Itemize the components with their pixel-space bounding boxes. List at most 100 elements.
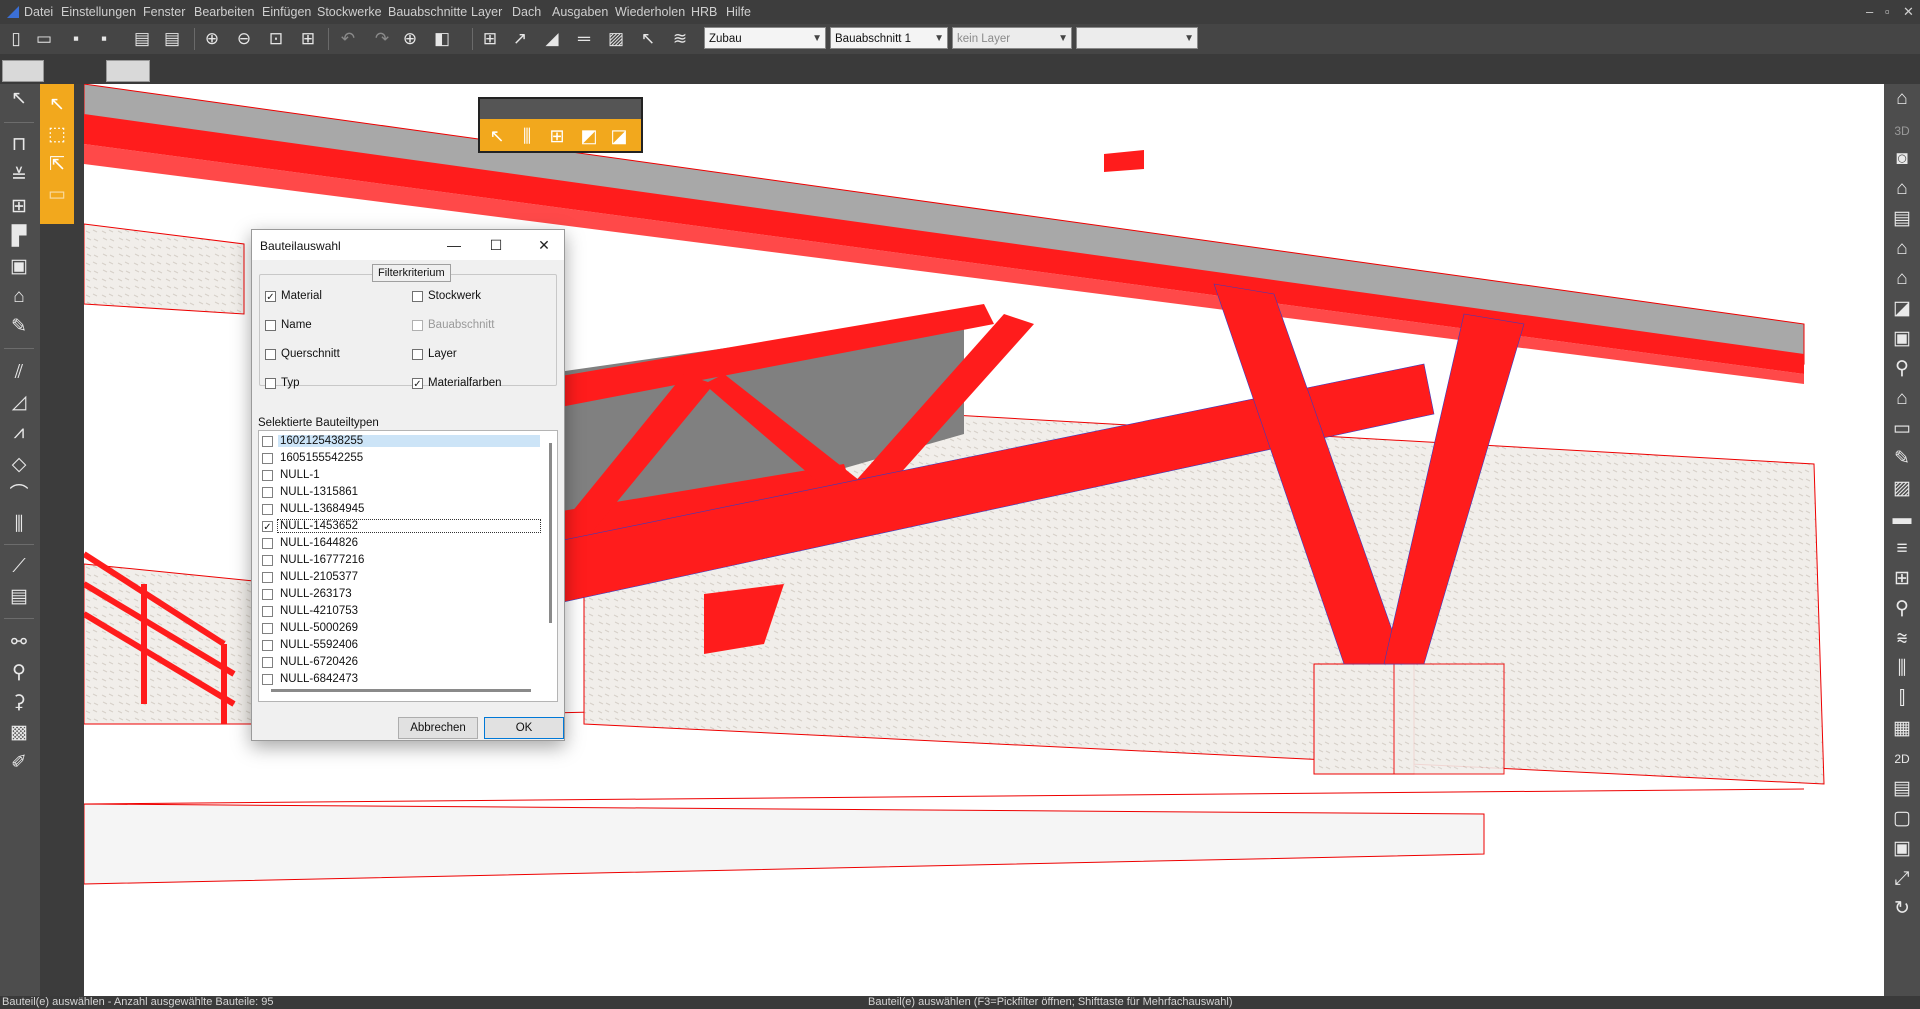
house-side-icon[interactable]: ⌂	[1887, 266, 1917, 292]
checkbox-box[interactable]: ✓	[265, 290, 276, 303]
select-angle-icon[interactable]: ◩	[576, 122, 602, 150]
checkbox-box[interactable]	[262, 605, 273, 617]
list-scrollbar[interactable]	[546, 433, 556, 685]
checkbox-box[interactable]	[412, 348, 423, 360]
lines-icon[interactable]: ≡	[1887, 536, 1917, 562]
slab-icon[interactable]: ≚	[4, 164, 34, 190]
line-tool-icon[interactable]: ↗	[508, 27, 532, 51]
zoom-window-icon[interactable]: ⊡	[264, 27, 288, 51]
checkbox-box[interactable]	[262, 656, 273, 668]
walk-icon[interactable]: ⚲	[1887, 356, 1917, 382]
checkbox-box[interactable]: ✓	[262, 520, 273, 533]
menu-item[interactable]: Hilfe	[726, 5, 751, 19]
filter-checkbox[interactable]: ✓ Materialfarben	[412, 377, 502, 390]
ok-button[interactable]: OK	[484, 717, 564, 739]
stair-icon[interactable]: ⫿	[1887, 686, 1917, 712]
list-item[interactable]: NULL-1644826	[262, 535, 542, 551]
select-diagonal-icon[interactable]: ◪	[606, 122, 632, 150]
list-item[interactable]: NULL-6720426	[262, 654, 542, 670]
wall-icon[interactable]: ⊓	[4, 132, 34, 158]
stair-view-icon[interactable]: ▤	[1887, 206, 1917, 232]
list-scroll-thumb[interactable]	[549, 443, 552, 623]
print-icon[interactable]: ▤	[130, 27, 154, 51]
component-type-list[interactable]: 1602125438255 1605155542255 NULL-1 NULL-131…	[258, 430, 558, 702]
menu-item[interactable]: Fenster	[143, 5, 185, 19]
expand-icon[interactable]: ⤢	[1887, 866, 1917, 892]
menu-item[interactable]: Einfügen	[262, 5, 311, 19]
measure-person-icon[interactable]: ⚳	[4, 690, 34, 716]
print-icon[interactable]: ▤	[4, 584, 34, 610]
minimize-icon[interactable]: –	[1866, 4, 1873, 19]
layer-stack-icon[interactable]: ≋	[668, 27, 692, 51]
dialog-titlebar[interactable]: Bauteilauswahl — ☐ ✕	[252, 230, 564, 260]
menu-item[interactable]: Stockwerke	[317, 5, 382, 19]
list-item[interactable]: NULL-2105377	[262, 569, 542, 585]
list-item[interactable]: NULL-1	[262, 467, 542, 483]
filter-checkbox[interactable]: Layer	[412, 348, 457, 360]
maximize-icon[interactable]: ☐	[484, 235, 508, 255]
checkbox-box[interactable]	[262, 537, 273, 549]
menu-item[interactable]: Dach	[512, 5, 541, 19]
view-3d-button[interactable]: 3D	[1887, 118, 1917, 144]
checkbox-box[interactable]	[262, 639, 273, 651]
list-item[interactable]: NULL-6842473	[262, 671, 542, 687]
person-icon[interactable]: ⚲	[4, 660, 34, 686]
menu-item[interactable]: Datei	[24, 5, 53, 19]
filter-checkbox[interactable]: Name	[265, 319, 312, 331]
house-outline-icon[interactable]: ⌂	[1887, 236, 1917, 262]
column-icon[interactable]: ▛	[4, 224, 34, 250]
room-icon[interactable]: ▣	[4, 254, 34, 280]
zoom-out-icon[interactable]: ⊖	[232, 27, 256, 51]
pencil-icon[interactable]: ✎	[1887, 446, 1917, 472]
menu-item[interactable]: Einstellungen	[61, 5, 136, 19]
select-frame-icon[interactable]: ▭	[42, 182, 72, 208]
refresh-icon[interactable]: ↻	[1887, 896, 1917, 922]
menu-item[interactable]: Bearbeiten	[194, 5, 254, 19]
window-icon[interactable]: ⊞	[4, 194, 34, 220]
checkbox-box[interactable]	[262, 588, 273, 600]
select-box-icon[interactable]: ⬚	[42, 122, 72, 148]
checkbox-box[interactable]	[262, 452, 273, 464]
filter-checkbox[interactable]: ✓ Material	[265, 290, 322, 303]
checkbox-box[interactable]	[412, 290, 423, 302]
bracket-icon[interactable]: ◇	[4, 452, 34, 478]
menu-item[interactable]: Layer	[471, 5, 502, 19]
menu-item[interactable]: Bauabschnitte	[388, 5, 467, 19]
bar-icon[interactable]: ▬	[1887, 506, 1917, 532]
floor-combo[interactable]: Zubau ▼	[704, 27, 826, 49]
person-view-icon[interactable]: ⚲	[1887, 596, 1917, 622]
rafter-icon[interactable]: ⫽	[4, 360, 34, 386]
checkbox-box[interactable]	[262, 469, 273, 481]
list-item[interactable]: 1605155542255	[262, 450, 542, 466]
list-item[interactable]: NULL-5000269	[262, 620, 542, 636]
list-item[interactable]: NULL-16777216	[262, 552, 542, 568]
hatch-tool-icon[interactable]: ▨	[604, 27, 628, 51]
checkbox-box[interactable]	[262, 503, 273, 515]
pointer-tool-icon[interactable]: ↖	[636, 27, 660, 51]
stairs-icon[interactable]: ⩬	[1887, 626, 1917, 652]
checkbox-box[interactable]	[262, 673, 273, 685]
panel-tab[interactable]	[2, 60, 44, 82]
section-icon[interactable]: ◪	[1887, 296, 1917, 322]
list-item[interactable]: NULL-1315861	[262, 484, 542, 500]
panel-tab[interactable]	[106, 60, 150, 82]
redo-icon[interactable]: ↷	[370, 27, 394, 51]
extra-combo[interactable]: ▼	[1076, 27, 1198, 49]
checkbox-box[interactable]: ✓	[412, 377, 423, 390]
filter-checkbox[interactable]: Typ	[265, 377, 300, 389]
grid-select-icon[interactable]: ⊞	[478, 27, 502, 51]
select-arrow-icon[interactable]: ↖	[484, 122, 510, 150]
dimension-tool-icon[interactable]: ═	[572, 27, 596, 51]
close-icon[interactable]: ✕	[532, 235, 556, 255]
checkbox-box[interactable]	[262, 571, 273, 583]
list-item[interactable]: NULL-263173	[262, 586, 542, 602]
zoom-in-icon[interactable]: ⊕	[200, 27, 224, 51]
select-arrow-icon[interactable]: ↖	[42, 92, 72, 118]
columns-row-icon[interactable]: ⫼	[4, 512, 34, 538]
arch-icon[interactable]: ⌒	[4, 482, 34, 508]
list-item[interactable]: NULL-13684945	[262, 501, 542, 517]
save-all-icon[interactable]: ▪	[92, 27, 116, 51]
iso-house-icon[interactable]: ⌂	[1887, 386, 1917, 412]
hatch-view-icon[interactable]: ▨	[1887, 476, 1917, 502]
checkbox-box[interactable]	[265, 348, 276, 360]
